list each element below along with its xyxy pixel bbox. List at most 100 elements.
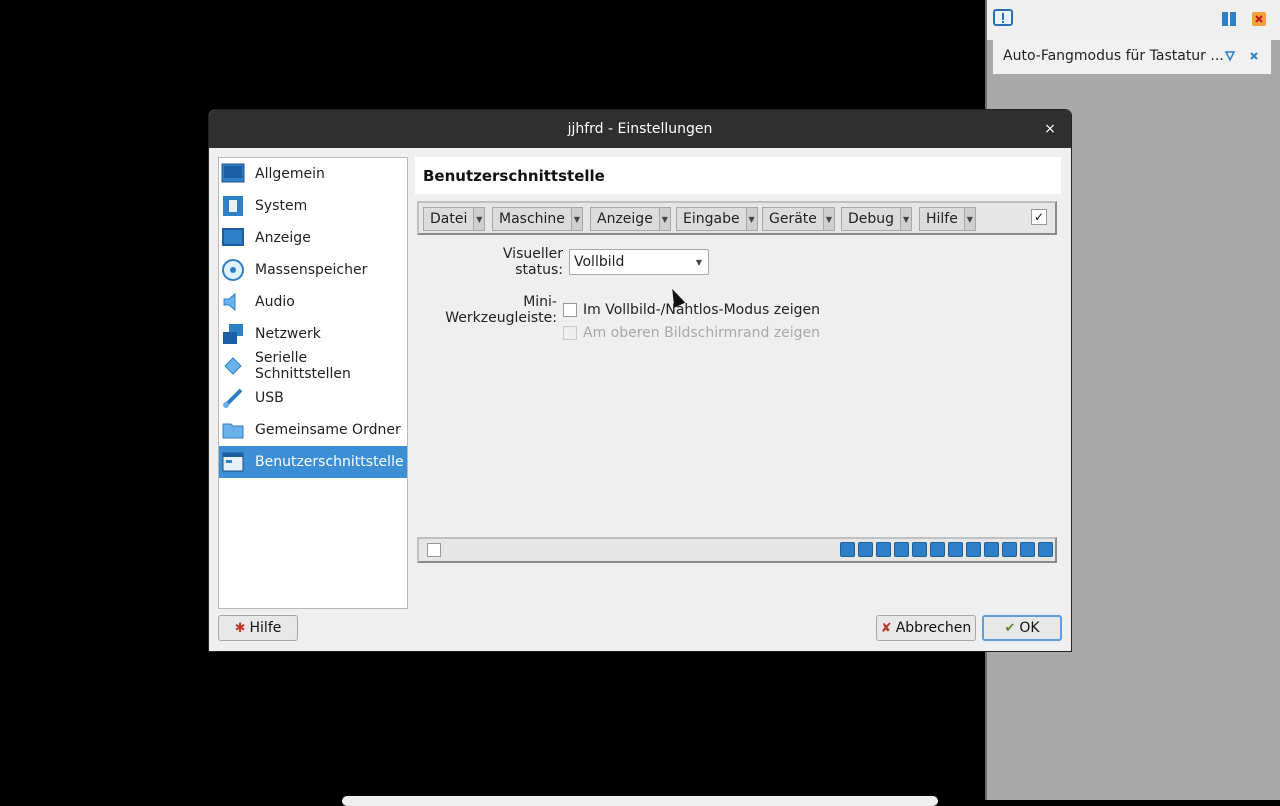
menu-dropdown-icon[interactable]: ▼	[964, 207, 976, 231]
ok-button-label: OK	[1019, 620, 1040, 636]
nav-item-display[interactable]: Anzeige	[219, 222, 407, 254]
features-indicator-icon[interactable]	[1002, 542, 1017, 557]
nav-item-shared-folders[interactable]: Gemeinsame Ordner	[219, 414, 407, 446]
visual-state-label: Visueller status:	[502, 246, 563, 278]
show-at-top-checkbox[interactable]	[563, 326, 577, 340]
system-icon	[221, 194, 245, 218]
visual-state-value: Vollbild	[574, 254, 625, 270]
dialog-titlebar[interactable]: jjhfrd - Einstellungen ×	[209, 110, 1071, 148]
menubar-enabled-checkbox[interactable]: ✓	[1031, 209, 1047, 225]
nav-item-label: Audio	[255, 294, 295, 310]
usb-indicator-icon[interactable]	[930, 542, 945, 557]
nav-item-label: System	[255, 198, 308, 214]
help-button-label: Hilfe	[249, 620, 282, 636]
shared-folder-indicator-icon[interactable]	[948, 542, 963, 557]
nav-item-label: Gemeinsame Ordner	[255, 422, 401, 438]
menu-dropdown-icon[interactable]: ▼	[571, 207, 583, 231]
dialog-title: jjhfrd - Einstellungen	[567, 121, 713, 137]
bottom-panel-edge	[342, 796, 938, 806]
nav-item-user-interface[interactable]: Benutzerschnittstelle	[219, 446, 407, 478]
recording-indicator-icon[interactable]	[984, 542, 999, 557]
menu-dropdown-icon[interactable]: ▼	[474, 207, 486, 231]
close-all-icon[interactable]	[1249, 9, 1269, 29]
nav-item-system[interactable]: System	[219, 190, 407, 222]
chevron-down-icon: ▼	[695, 258, 702, 267]
cancel-button-label: Abbrechen	[895, 620, 972, 636]
ok-button[interactable]: ✔ OK	[982, 615, 1062, 641]
menu-item-label: Anzeige	[590, 207, 660, 231]
notification[interactable]: Auto-Fangmodus für Tastatur ...	[993, 38, 1271, 74]
menu-item-debug[interactable]: Debug ▼	[841, 207, 913, 231]
network-indicator-icon[interactable]	[912, 542, 927, 557]
menu-item-label: Datei	[423, 207, 475, 231]
settings-content: Benutzerschnittstelle Datei ▼ Maschine ▼ A…	[415, 157, 1061, 607]
menu-item-label: Hilfe	[919, 207, 965, 231]
usb-icon	[221, 386, 245, 410]
display-indicator-icon[interactable]	[966, 542, 981, 557]
settings-dialog: jjhfrd - Einstellungen × Allgemein Syste…	[209, 110, 1071, 651]
mini-toolbar-row: Mini-Werkzeugleiste: Im Vollbild-/Nahtlo…	[415, 294, 820, 326]
statusbar-indicators	[840, 542, 1053, 557]
nav-item-label: Massenspeicher	[255, 262, 368, 278]
ok-icon: ✔	[1004, 620, 1016, 636]
display-icon	[221, 226, 245, 250]
nav-item-label: Serielle Schnittstellen	[255, 350, 351, 382]
menu-item-view[interactable]: Anzeige ▼	[590, 207, 671, 231]
nav-item-audio[interactable]: Audio	[219, 286, 407, 318]
nav-item-general[interactable]: Allgemein	[219, 158, 407, 190]
menu-item-label: Maschine	[492, 207, 572, 231]
nav-item-label: Anzeige	[255, 230, 311, 246]
cancel-button[interactable]: ✘ Abbrechen	[876, 615, 976, 641]
menu-item-devices[interactable]: Geräte ▼	[762, 207, 835, 231]
nav-item-usb[interactable]: USB	[219, 382, 407, 414]
user-interface-icon	[221, 450, 245, 474]
audio-indicator-icon[interactable]	[894, 542, 909, 557]
fullscreen-mini-toolbar-label[interactable]: Im Vollbild-/Nahtlos-Modus zeigen	[583, 302, 820, 318]
shared-folders-icon	[221, 418, 245, 442]
mini-toolbar-label: Mini-Werkzeugleiste:	[445, 294, 557, 326]
fullscreen-mini-toolbar-checkbox[interactable]	[563, 303, 577, 317]
menu-item-help[interactable]: Hilfe ▼	[919, 207, 976, 231]
menu-item-file[interactable]: Datei ▼	[423, 207, 486, 231]
network-icon	[221, 322, 245, 346]
notification-close-icon[interactable]	[1247, 49, 1261, 63]
show-at-top-label: Am oberen Bildschirmrand zeigen	[583, 325, 821, 341]
visual-state-select[interactable]: Vollbild ▼	[569, 249, 709, 275]
section-title: Benutzerschnittstelle	[415, 157, 1061, 194]
menu-dropdown-icon[interactable]: ▼	[901, 207, 913, 231]
statusbar-enabled-checkbox[interactable]	[427, 543, 441, 557]
menu-dropdown-icon[interactable]: ▼	[823, 207, 835, 231]
nav-item-label: Benutzerschnittstelle	[255, 454, 404, 470]
nav-item-network[interactable]: Netzwerk	[219, 318, 407, 350]
pin-icon[interactable]	[1219, 9, 1239, 29]
nav-item-label: USB	[255, 390, 284, 406]
mouse-indicator-icon[interactable]	[1020, 542, 1035, 557]
nav-item-serial-ports[interactable]: Serielle Schnittstellen	[219, 350, 407, 382]
settings-nav: Allgemein System Anzeige Massenspeicher …	[218, 157, 408, 609]
cancel-icon: ✘	[880, 620, 892, 636]
menu-item-label: Debug	[841, 207, 902, 231]
optical-drive-icon[interactable]	[858, 542, 873, 557]
menu-item-input[interactable]: Eingabe ▼	[676, 207, 758, 231]
help-button[interactable]: ✱ Hilfe	[218, 615, 298, 641]
floppy-icon[interactable]	[876, 542, 891, 557]
serial-ports-icon	[221, 354, 245, 378]
menu-dropdown-icon[interactable]: ▼	[746, 207, 758, 231]
mini-toolbar-top-row: Am oberen Bildschirmrand zeigen	[563, 325, 820, 341]
menu-item-label: Eingabe	[676, 207, 747, 231]
message-icon[interactable]	[993, 9, 1013, 29]
audio-icon	[221, 290, 245, 314]
storage-icon	[221, 258, 245, 282]
nav-item-label: Netzwerk	[255, 326, 321, 342]
hard-disk-icon[interactable]	[840, 542, 855, 557]
help-icon: ✱	[234, 620, 246, 636]
nav-item-storage[interactable]: Massenspeicher	[219, 254, 407, 286]
notification-text: Auto-Fangmodus für Tastatur ...	[1003, 48, 1223, 64]
menu-dropdown-icon[interactable]: ▼	[659, 207, 671, 231]
keyboard-indicator-icon[interactable]	[1038, 542, 1053, 557]
menu-item-machine[interactable]: Maschine ▼	[492, 207, 583, 231]
notification-info-icon[interactable]	[1223, 49, 1237, 63]
menubar-editor[interactable]: Datei ▼ Maschine ▼ Anzeige ▼ Eingabe ▼ Gerät…	[417, 201, 1057, 235]
statusbar-editor[interactable]	[417, 537, 1057, 563]
close-icon[interactable]: ×	[1041, 120, 1059, 138]
